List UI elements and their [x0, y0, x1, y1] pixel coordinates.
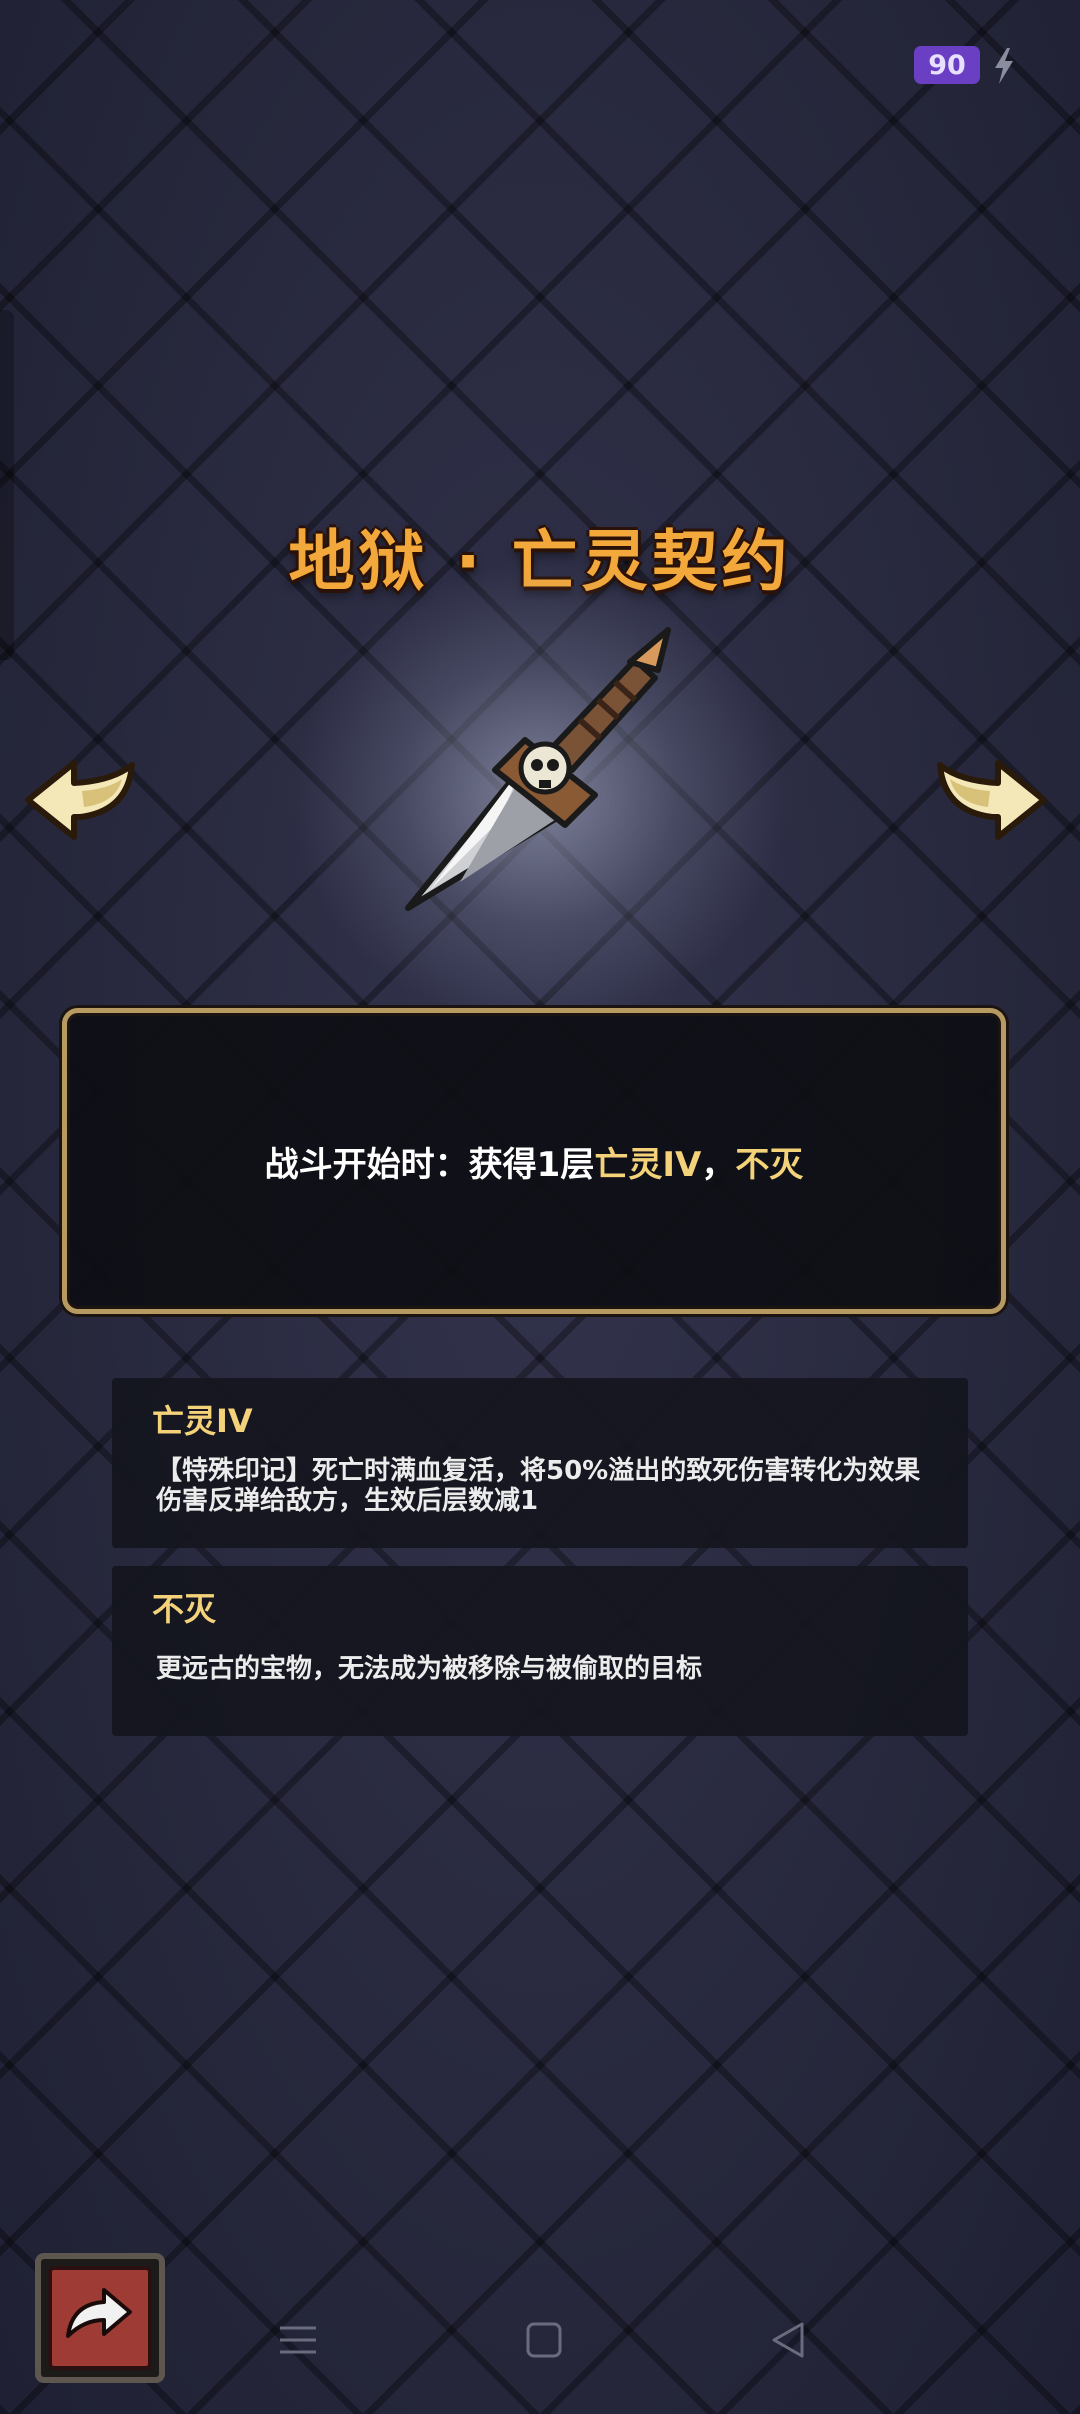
keyword-title: 不灭	[152, 1590, 217, 1628]
dagger-skull-icon	[405, 627, 671, 911]
back-triangle-icon[interactable]	[768, 2320, 808, 2360]
keyword-card-undead: 亡灵IV 【特殊印记】死亡时满血复活，将50%溢出的致死伤害转化为效果伤害反弹给…	[112, 1378, 968, 1548]
keyword-description: 【特殊印记】死亡时满血复活，将50%溢出的致死伤害转化为效果伤害反弹给敌方，生效…	[156, 1456, 921, 1516]
home-icon[interactable]	[524, 2320, 564, 2360]
lightning-icon	[995, 48, 1013, 84]
effect-prefix: 战斗开始时：获得1层	[264, 1144, 595, 1185]
return-button[interactable]	[34, 2252, 166, 2384]
keyword-card-immortal: 不灭 更远古的宝物，无法成为被移除与被偷取的目标	[112, 1566, 968, 1736]
effect-description-panel: 战斗开始时：获得1层亡灵IV，不灭	[62, 1008, 1006, 1314]
effect-keyword-immortal[interactable]: 不灭	[735, 1145, 803, 1185]
effect-separator: ，	[701, 1144, 736, 1185]
effect-keyword-undead[interactable]: 亡灵IV	[594, 1145, 701, 1185]
arrow-right-icon[interactable]	[930, 755, 1050, 845]
effect-description: 战斗开始时：获得1层亡灵IV，不灭	[265, 1137, 804, 1186]
battery-indicator: 90	[914, 46, 980, 84]
arrow-left-icon[interactable]	[22, 755, 142, 845]
side-drawer-handle[interactable]	[0, 310, 14, 660]
menu-icon[interactable]	[278, 2320, 318, 2360]
keyword-description: 更远古的宝物，无法成为被移除与被偷取的目标	[156, 1654, 703, 1684]
keyword-title: 亡灵IV	[152, 1402, 253, 1440]
